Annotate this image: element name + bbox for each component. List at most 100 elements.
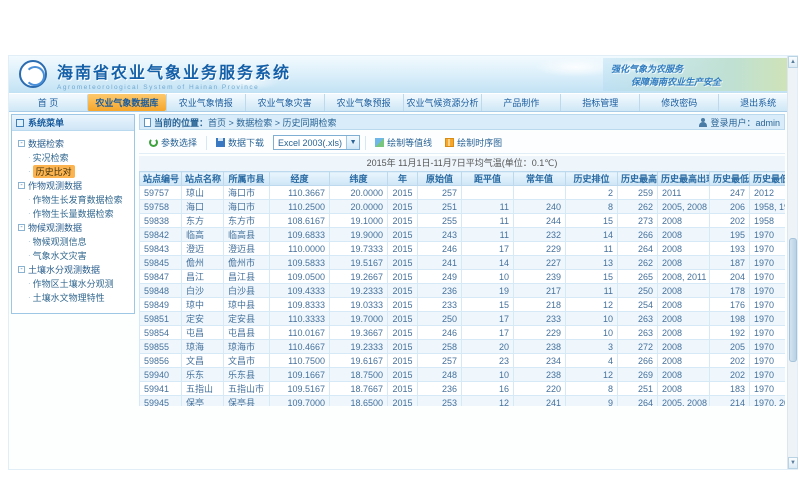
table-cell: 1958 — [750, 214, 786, 228]
table-cell: 218 — [514, 298, 566, 312]
table-cell: 临高 — [182, 228, 224, 242]
tree-item-1-1[interactable]: ·作物生长量数据检索 — [28, 206, 132, 220]
nav-tab-0[interactable]: 首 页 — [9, 94, 87, 111]
tree-item-0-0[interactable]: ·实况检索 — [28, 150, 132, 164]
table-row[interactable]: 59758海口海口市110.250020.0000201525111240826… — [140, 200, 786, 214]
tree-item-2-1[interactable]: ·气象水文灾害 — [28, 248, 132, 262]
table-cell: 18.6500 — [330, 396, 388, 407]
tree-item-0-1[interactable]: ·历史比对 — [28, 164, 132, 178]
table-cell: 19.5167 — [330, 256, 388, 270]
nav-tab-5[interactable]: 农业气候资源分析 — [403, 94, 482, 111]
table-cell: 19.3667 — [330, 326, 388, 340]
draw-timeseries-button[interactable]: 绘制时序图 — [441, 134, 506, 151]
table-cell: 262 — [618, 200, 658, 214]
tree-group-2[interactable]: -物候观测数据 — [18, 220, 132, 234]
table-row[interactable]: 59856文昌文昌市110.750019.6167201525723234426… — [140, 354, 786, 368]
collapse-icon[interactable]: - — [18, 182, 25, 189]
draw-contour-button[interactable]: 绘制等值线 — [371, 134, 436, 151]
tree-group-1[interactable]: -作物观测数据 — [18, 178, 132, 192]
nav-tab-9[interactable]: 退出系统 — [718, 94, 797, 111]
tree-group-3[interactable]: -土壤水分观测数据 — [18, 262, 132, 276]
table-cell: 2008 — [658, 228, 710, 242]
table-row[interactable]: 59854屯昌屯昌县110.016719.3667201524617229102… — [140, 326, 786, 340]
collapse-icon[interactable]: - — [18, 266, 25, 273]
nav-tab-3[interactable]: 农业气象灾害 — [245, 94, 324, 111]
table-cell: 176 — [710, 298, 750, 312]
scrollbar-thumb[interactable] — [789, 238, 797, 362]
collapse-icon[interactable]: - — [18, 140, 25, 147]
table-cell: 2015 — [388, 382, 418, 396]
table-row[interactable]: 59848白沙白沙县109.433319.2333201523619217112… — [140, 284, 786, 298]
table-cell: 2005, 2008 — [658, 200, 710, 214]
banner-slogan-1: 强化气象为农服务 — [611, 62, 683, 75]
table-cell: 11 — [462, 200, 514, 214]
table-cell: 19.6167 — [330, 354, 388, 368]
data-download-button[interactable]: 数据下载 — [212, 134, 268, 151]
table-cell: 澄迈 — [182, 242, 224, 256]
table-cell: 59940 — [140, 368, 182, 382]
table-cell: 屯昌 — [182, 326, 224, 340]
table-cell: 233 — [418, 298, 462, 312]
tree-item-1-0[interactable]: ·作物生长发育数据检索 — [28, 192, 132, 206]
table-cell: 11 — [462, 228, 514, 242]
table-cell: 229 — [514, 242, 566, 256]
table-cell: 1970 — [750, 368, 786, 382]
table-row[interactable]: 59940乐东乐东县109.166718.7500201524810238122… — [140, 368, 786, 382]
table-cell: 白沙县 — [224, 284, 270, 298]
param-select-button[interactable]: 参数选择 — [145, 134, 201, 151]
col-header-5: 年 — [388, 172, 418, 186]
export-format-select[interactable]: Excel 2003(.xls) ▼ — [273, 135, 360, 150]
nav-tab-4[interactable]: 农业气象预报 — [324, 94, 403, 111]
col-header-8: 常年值 — [514, 172, 566, 186]
toolbar-separator — [365, 136, 366, 150]
table-row[interactable]: 59849琼中琼中县109.833319.0333201523315218122… — [140, 298, 786, 312]
table-cell: 238 — [514, 340, 566, 354]
table-cell: 1970 — [750, 312, 786, 326]
table-cell: 110.4667 — [270, 340, 330, 354]
tree-item-3-0[interactable]: ·作物区土壤水分观测 — [28, 276, 132, 290]
tree-group-0[interactable]: -数据检索 — [18, 136, 132, 150]
scroll-up-icon[interactable]: ▲ — [788, 56, 798, 68]
table-cell: 59845 — [140, 256, 182, 270]
table-cell: 18.7500 — [330, 368, 388, 382]
table-row[interactable]: 59843澄迈澄迈县110.000019.7333201524617229112… — [140, 242, 786, 256]
table-row[interactable]: 59847昌江昌江县109.050019.2667201524910239152… — [140, 270, 786, 284]
table-row[interactable]: 59941五指山五指山市109.516718.76672015236162208… — [140, 382, 786, 396]
app-subtitle: Agrometeorological System of Hainan Prov… — [57, 84, 291, 91]
table-cell: 273 — [618, 214, 658, 228]
table-cell: 254 — [618, 298, 658, 312]
table-cell: 2015 — [388, 186, 418, 200]
table-cell: 59838 — [140, 214, 182, 228]
table-cell: 264 — [618, 396, 658, 407]
data-download-label: 数据下载 — [228, 136, 264, 149]
table-row[interactable]: 59851定安定安县110.333319.7000201525017233102… — [140, 312, 786, 326]
col-header-6: 原始值 — [418, 172, 462, 186]
tree-item-2-0[interactable]: ·物候观测信息 — [28, 234, 132, 248]
vertical-scrollbar[interactable]: ▲ ▼ — [787, 56, 797, 469]
table-cell: 59842 — [140, 228, 182, 242]
nav-tab-7[interactable]: 指标管理 — [560, 94, 639, 111]
table-row[interactable]: 59945保亭保亭县109.700018.6500201525312241926… — [140, 396, 786, 407]
nav-tab-2[interactable]: 农业气象情报 — [166, 94, 245, 111]
nav-tab-1[interactable]: 农业气象数据库 — [87, 94, 166, 111]
table-cell: 241 — [514, 396, 566, 407]
table-cell: 109.5833 — [270, 256, 330, 270]
collapse-icon[interactable]: - — [18, 224, 25, 231]
main-area: 当前的位置： 首页 > 数据检索 > 历史同期检索 登录用户：admin 参数选… — [139, 114, 785, 406]
nav-tab-8[interactable]: 修改密码 — [639, 94, 718, 111]
table-cell: 12 — [462, 396, 514, 407]
table-row[interactable]: 59845儋州儋州市109.583319.5167201524114227132… — [140, 256, 786, 270]
table-row[interactable]: 59842临高临高县109.683319.9000201524311232142… — [140, 228, 786, 242]
chevron-down-icon[interactable]: ▼ — [346, 136, 359, 149]
table-row[interactable]: 59838东方东方市108.616719.1000201525511244152… — [140, 214, 786, 228]
sidebar-tree: -数据检索·实况检索·历史比对-作物观测数据·作物生长发育数据检索·作物生长量数… — [12, 131, 134, 304]
tree-item-3-1[interactable]: ·土壤水文物理特性 — [28, 290, 132, 304]
breadcrumb-path[interactable]: 首页 > 数据检索 > 历史同期检索 — [208, 116, 337, 129]
table-cell: 2008, 2011 — [658, 270, 710, 284]
table-row[interactable]: 59757琼山海口市110.366720.0000201525722592011… — [140, 186, 786, 200]
table-row[interactable]: 59855琼海琼海市110.466719.2333201525820238327… — [140, 340, 786, 354]
table-cell: 4 — [566, 354, 618, 368]
nav-tab-6[interactable]: 产品制作 — [481, 94, 560, 111]
table-cell: 244 — [514, 214, 566, 228]
scroll-down-icon[interactable]: ▼ — [788, 457, 798, 469]
